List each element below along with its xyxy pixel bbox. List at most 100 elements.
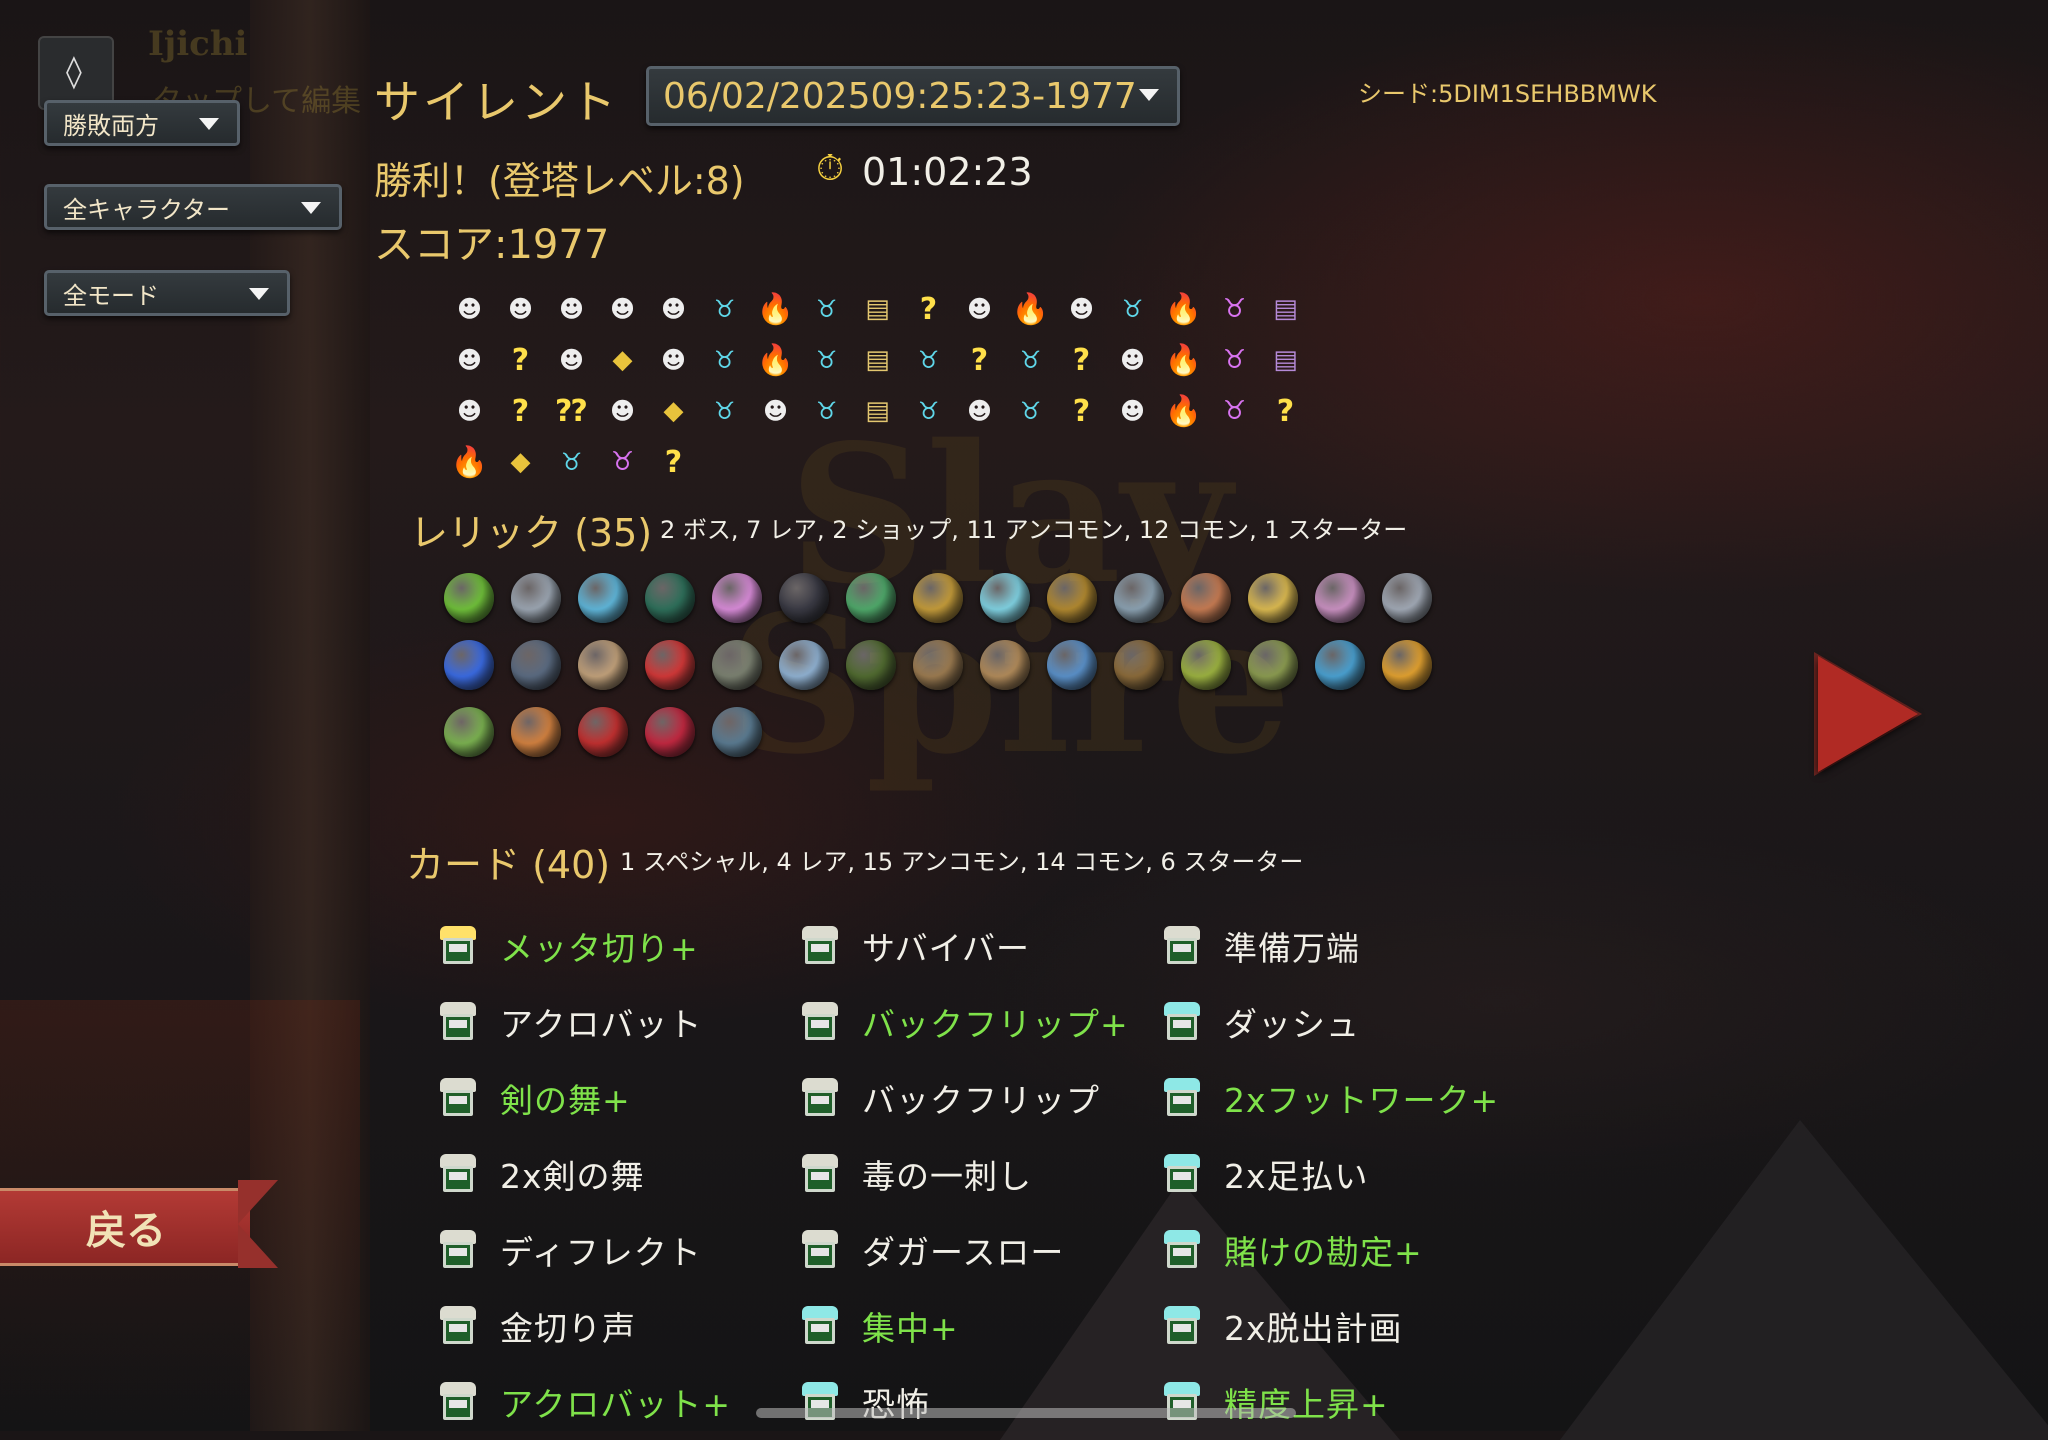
map-elite-icon[interactable]: ♉ [699, 386, 750, 437]
map-chest-icon[interactable]: ▤ [852, 284, 903, 335]
relic-icon[interactable] [1173, 565, 1240, 632]
map-fire-icon[interactable]: 🔥 [750, 335, 801, 386]
map-shop-icon[interactable]: ▤ [1260, 284, 1311, 335]
map-gold-icon[interactable]: ◆ [648, 386, 699, 437]
card-entry[interactable]: ダガースロー [802, 1212, 1064, 1288]
relic-icon[interactable] [972, 565, 1039, 632]
card-entry[interactable]: 恐怖 [802, 1364, 930, 1440]
card-entry[interactable]: メッタ切り+ [440, 908, 699, 984]
relic-icon[interactable] [771, 632, 838, 699]
relic-icon[interactable] [503, 565, 570, 632]
map-boss-icon[interactable]: ♉ [597, 437, 648, 488]
map-shop-icon[interactable]: ▤ [1260, 335, 1311, 386]
character-filter-dropdown[interactable]: 全キャラクター [44, 184, 342, 230]
map-elite-icon[interactable]: ♉ [1107, 284, 1158, 335]
relic-icon[interactable] [1307, 565, 1374, 632]
relic-icon[interactable] [905, 632, 972, 699]
map-boss-icon[interactable]: ♉ [1209, 284, 1260, 335]
relic-icon[interactable] [704, 699, 771, 766]
map-elite-icon[interactable]: ♉ [903, 335, 954, 386]
relic-icon[interactable] [1106, 565, 1173, 632]
map-unknown-icon[interactable]: ? [1056, 386, 1107, 437]
relic-icon[interactable] [436, 632, 503, 699]
map-monster-icon[interactable]: ☻ [1107, 335, 1158, 386]
map-monster-icon[interactable]: ☻ [1107, 386, 1158, 437]
map-chest-icon[interactable]: ▤ [852, 335, 903, 386]
map-monster-icon[interactable]: ☻ [597, 386, 648, 437]
map-unknown-icon[interactable]: ? [903, 284, 954, 335]
map-monster-icon[interactable]: ☻ [546, 284, 597, 335]
card-entry[interactable]: ディフレクト [440, 1212, 702, 1288]
map-monster-icon[interactable]: ☻ [954, 386, 1005, 437]
relic-icon[interactable] [1307, 632, 1374, 699]
relic-icon[interactable] [972, 632, 1039, 699]
map-elite-icon[interactable]: ♉ [801, 335, 852, 386]
map-fire-icon[interactable]: 🔥 [750, 284, 801, 335]
card-entry[interactable]: バックフリップ+ [802, 984, 1129, 1060]
relic-icon[interactable] [570, 565, 637, 632]
map-unknown-icon[interactable]: ? [954, 335, 1005, 386]
card-entry[interactable]: 2x剣の舞 [440, 1136, 645, 1212]
relic-icon[interactable] [1240, 565, 1307, 632]
map-monster-icon[interactable]: ☻ [444, 335, 495, 386]
map-unknown-icon[interactable]: ? [495, 335, 546, 386]
relic-icon[interactable] [1106, 632, 1173, 699]
relic-icon[interactable] [637, 565, 704, 632]
map-elite-icon[interactable]: ♉ [1005, 335, 1056, 386]
relic-icon[interactable] [637, 632, 704, 699]
relic-icon[interactable] [1240, 632, 1307, 699]
map-elite-icon[interactable]: ♉ [903, 386, 954, 437]
relic-icon[interactable] [637, 699, 704, 766]
map-monster-icon[interactable]: ☻ [597, 284, 648, 335]
map-elite-icon[interactable]: ♉ [699, 284, 750, 335]
outcome-filter-dropdown[interactable]: 勝敗両方 [44, 100, 240, 146]
map-monster-icon[interactable]: ☻ [444, 284, 495, 335]
relic-icon[interactable] [838, 565, 905, 632]
map-monster-icon[interactable]: ☻ [648, 335, 699, 386]
back-button[interactable]: 戻る [0, 1180, 290, 1270]
map-boss-icon[interactable]: ♉ [1209, 335, 1260, 386]
map-unknown-icon[interactable]: ? [1260, 386, 1311, 437]
map-fire-icon[interactable]: 🔥 [1005, 284, 1056, 335]
relic-icon[interactable] [1173, 632, 1240, 699]
map-fire-icon[interactable]: 🔥 [444, 437, 495, 488]
card-entry[interactable]: 剣の舞+ [440, 1060, 631, 1136]
card-entry[interactable]: 集中+ [802, 1288, 959, 1364]
card-entry[interactable]: 賭けの勘定+ [1164, 1212, 1423, 1288]
map-elite-icon[interactable]: ♉ [801, 386, 852, 437]
scrollbar[interactable] [756, 1408, 1296, 1418]
map-chest-icon[interactable]: ▤ [852, 386, 903, 437]
map-unknown-icon[interactable]: ? [1056, 335, 1107, 386]
card-entry[interactable]: 金切り声 [440, 1288, 636, 1364]
card-entry[interactable]: 2x脱出計画 [1164, 1288, 1403, 1364]
map-fire-icon[interactable]: 🔥 [1158, 284, 1209, 335]
run-select-dropdown[interactable]: 06/02/202509:25:23-1977 [646, 66, 1180, 126]
map-monster-icon[interactable]: ☻ [444, 386, 495, 437]
map-monster-icon[interactable]: ☻ [750, 386, 801, 437]
card-entry[interactable]: 準備万端 [1164, 908, 1360, 984]
card-entry[interactable]: アクロバット+ [440, 1364, 731, 1440]
next-arrow-icon[interactable] [1818, 656, 1918, 772]
map-elite-icon[interactable]: ♉ [1005, 386, 1056, 437]
relic-icon[interactable] [570, 699, 637, 766]
map-gold-icon[interactable]: ◆ [495, 437, 546, 488]
relic-icon[interactable] [704, 565, 771, 632]
relic-icon[interactable] [704, 632, 771, 699]
card-entry[interactable]: サバイバー [802, 908, 1030, 984]
map-elite-icon[interactable]: ♉ [546, 437, 597, 488]
seed-label[interactable]: シード:5DIM1SEHBBMWK [1358, 74, 1656, 109]
card-entry[interactable]: 毒の一刺し [802, 1136, 1032, 1212]
relic-icon[interactable] [503, 632, 570, 699]
map-fire-icon[interactable]: 🔥 [1158, 386, 1209, 437]
relic-icon[interactable] [436, 565, 503, 632]
map-elite-icon[interactable]: ♉ [699, 335, 750, 386]
map-unknown-icon[interactable]: ? [495, 386, 546, 437]
relic-icon[interactable] [1039, 632, 1106, 699]
map-monster-icon[interactable]: ☻ [1056, 284, 1107, 335]
relic-icon[interactable] [771, 565, 838, 632]
relic-icon[interactable] [503, 699, 570, 766]
card-entry[interactable]: 2x足払い [1164, 1136, 1369, 1212]
relic-icon[interactable] [570, 632, 637, 699]
map-unknown-monster-icon[interactable]: ⁇ [546, 386, 597, 437]
relic-icon[interactable] [1374, 565, 1441, 632]
